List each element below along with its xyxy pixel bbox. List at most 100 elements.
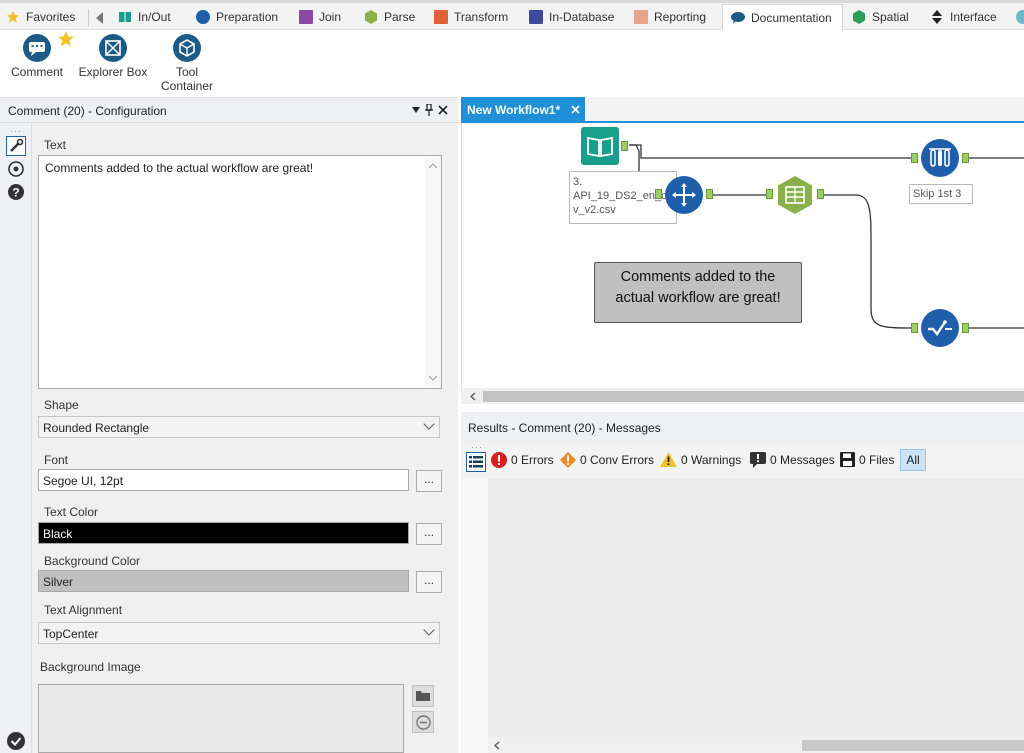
comment-text-area[interactable]: Comments added to the actual workflow ar… [38, 155, 442, 389]
files-count: 0 Files [859, 452, 895, 467]
tab-label: Favorites [26, 10, 76, 24]
close-icon[interactable] [571, 105, 580, 114]
close-icon[interactable] [438, 105, 448, 115]
output-anchor[interactable] [817, 189, 824, 199]
output-anchor[interactable] [962, 153, 969, 163]
check-circle-icon[interactable] [7, 732, 25, 750]
tool-container-label-line2: Container [160, 79, 214, 93]
scrollbar-thumb[interactable] [483, 391, 1024, 402]
folder-icon [416, 691, 430, 701]
shape-select[interactable]: Rounded Rectangle [38, 416, 440, 438]
message-icon [750, 452, 766, 468]
tool-settings-icon[interactable] [8, 161, 24, 177]
bg-color-field[interactable]: Silver [38, 570, 409, 592]
text-label: Text [44, 138, 67, 152]
bg-color-value: Silver [43, 575, 74, 589]
pin-icon[interactable] [424, 104, 434, 116]
tab-parse[interactable]: Parse [364, 4, 415, 30]
results-grid [488, 478, 1024, 753]
tab-label: Join [319, 10, 342, 24]
config-panel-title: Comment (20) - Configuration [8, 104, 167, 118]
conv-errors-filter[interactable]: 0 Conv Errors [560, 452, 654, 468]
tab-favorites[interactable]: Favorites [6, 4, 75, 30]
chevron-left-icon[interactable] [470, 392, 476, 401]
square-icon [434, 10, 448, 24]
workflow-comment[interactable]: Comments added to the actual workflow ar… [594, 262, 802, 323]
tool-container-icon [173, 34, 201, 62]
explorer-box-icon [99, 34, 127, 62]
text-alignment-select[interactable]: TopCenter [38, 622, 440, 644]
results-layout-button[interactable] [466, 452, 486, 472]
tab-interface[interactable]: Interface [930, 4, 997, 30]
tab-preparation[interactable]: Preparation [196, 4, 278, 30]
dropdown-arrow-icon[interactable] [412, 107, 420, 113]
text-color-label: Text Color [44, 505, 99, 519]
tool-container-label-line1: Tool [175, 65, 198, 79]
text-area-scrollbar[interactable] [425, 157, 441, 387]
tab-transform[interactable]: Transform [434, 4, 508, 30]
canvas-horizontal-scrollbar[interactable] [461, 388, 1024, 404]
diamond-icon [932, 10, 942, 24]
all-filter-button[interactable]: All [900, 449, 926, 471]
text-to-columns-tool[interactable] [775, 175, 815, 215]
results-title: Results - Comment (20) - Messages [468, 421, 661, 435]
filter-tool[interactable] [921, 309, 959, 347]
workflow-tab[interactable]: New Workflow1* [461, 97, 585, 123]
tab-in-out[interactable]: In/Out [118, 4, 171, 30]
move-arrows-icon [672, 183, 696, 207]
results-horizontal-scrollbar[interactable] [488, 737, 1024, 753]
error-icon [491, 452, 507, 468]
remove-image-button[interactable] [412, 711, 434, 733]
messages-filter[interactable]: 0 Messages [750, 452, 835, 468]
text-color-button[interactable]: ... [416, 523, 442, 545]
open-folder-button[interactable] [412, 685, 434, 707]
tab-overflow[interactable] [1016, 4, 1024, 30]
scrollbar-thumb[interactable] [802, 740, 1024, 751]
tab-documentation[interactable]: Documentation [722, 4, 843, 31]
chevron-left-icon [96, 12, 103, 24]
text-color-field[interactable]: Black [38, 522, 409, 544]
font-field-value: Segoe UI, 12pt [43, 474, 124, 488]
chevron-down-icon[interactable] [429, 376, 437, 381]
input-data-tool[interactable] [581, 127, 619, 165]
sample-tool-annotation: Skip 1st 3 [909, 184, 973, 204]
scroll-left-button[interactable] [88, 5, 105, 31]
tab-label: Parse [384, 10, 416, 24]
star-icon [7, 11, 19, 23]
output-anchor[interactable] [962, 323, 969, 333]
output-anchor[interactable] [706, 189, 713, 199]
select-tool[interactable] [665, 176, 703, 214]
output-anchor[interactable] [621, 141, 628, 151]
messages-count: 0 Messages [770, 453, 835, 467]
explorer-box-tool[interactable]: Explorer Box [78, 33, 148, 79]
sample-tool[interactable] [921, 139, 959, 177]
tool-container-tool[interactable]: Tool Container [158, 33, 216, 93]
conv-error-icon [560, 452, 576, 468]
tab-join[interactable]: Join [299, 4, 341, 30]
chevron-up-icon[interactable] [429, 163, 437, 168]
bg-image-preview[interactable] [38, 684, 404, 753]
input-anchor[interactable] [911, 323, 918, 333]
hexagon-icon [365, 10, 377, 24]
tab-in-database[interactable]: In-Database [529, 4, 614, 30]
font-browse-button[interactable]: ... [416, 470, 442, 492]
input-anchor[interactable] [766, 189, 773, 199]
help-icon[interactable]: ? [8, 184, 24, 200]
tab-reporting[interactable]: Reporting [634, 4, 706, 30]
files-filter[interactable]: 0 Files [840, 452, 894, 467]
comment-text-value: Comments added to the actual workflow ar… [45, 161, 314, 175]
tab-spatial[interactable]: Spatial [852, 4, 909, 30]
font-field[interactable]: Segoe UI, 12pt [38, 469, 409, 491]
tab-label: Documentation [751, 11, 832, 25]
workflow-tab-label: New Workflow1* [467, 103, 561, 117]
bg-color-button[interactable]: ... [416, 571, 442, 593]
input-anchor[interactable] [655, 189, 662, 199]
input-anchor[interactable] [911, 153, 918, 163]
warnings-filter[interactable]: 0 Warnings [660, 452, 741, 467]
text-alignment-value: TopCenter [43, 627, 99, 641]
chevron-left-icon[interactable] [494, 741, 500, 750]
favorite-star-icon[interactable] [57, 30, 75, 48]
svg-text:?: ? [12, 186, 19, 200]
errors-filter[interactable]: 0 Errors [491, 452, 554, 468]
wrench-icon[interactable] [6, 136, 26, 156]
